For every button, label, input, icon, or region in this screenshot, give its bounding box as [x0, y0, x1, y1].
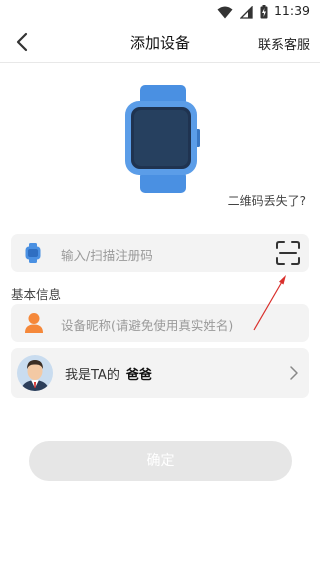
relationship-prefix: 我是TA的 — [65, 368, 120, 383]
nickname-field[interactable]: 设备昵称(请避免使用真实姓名) — [11, 304, 309, 342]
signal-icon — [240, 5, 253, 19]
relationship-text: 我是TA的 爸爸 — [65, 364, 152, 383]
relationship-selector[interactable]: 我是TA的 爸爸 — [11, 348, 309, 398]
status-time: 11:39 — [273, 3, 310, 18]
person-icon — [25, 313, 43, 333]
contact-service-button[interactable]: 联系客服 — [258, 34, 310, 53]
battery-icon — [260, 5, 268, 19]
registration-code-input[interactable]: 输入/扫描注册码 — [61, 245, 153, 264]
header-bar: 添加设备 联系客服 — [0, 24, 320, 60]
nickname-input[interactable]: 设备昵称(请避免使用真实姓名) — [61, 315, 233, 334]
avatar — [17, 355, 53, 391]
status-bar: 11:39 — [0, 0, 320, 24]
confirm-button[interactable]: 确定 — [29, 441, 292, 481]
relationship-value: 爸爸 — [125, 368, 152, 383]
chevron-right-icon — [290, 366, 298, 380]
status-icons — [217, 4, 268, 20]
scan-icon[interactable] — [275, 240, 301, 266]
section-title: 基本信息 — [11, 287, 62, 302]
watch-image — [125, 85, 200, 193]
registration-code-field[interactable]: 输入/扫描注册码 — [11, 234, 309, 272]
watch-icon — [25, 243, 41, 263]
lost-qr-link[interactable]: 二维码丢失了? — [228, 192, 306, 209]
header-divider — [0, 62, 320, 63]
wifi-icon — [217, 6, 233, 18]
